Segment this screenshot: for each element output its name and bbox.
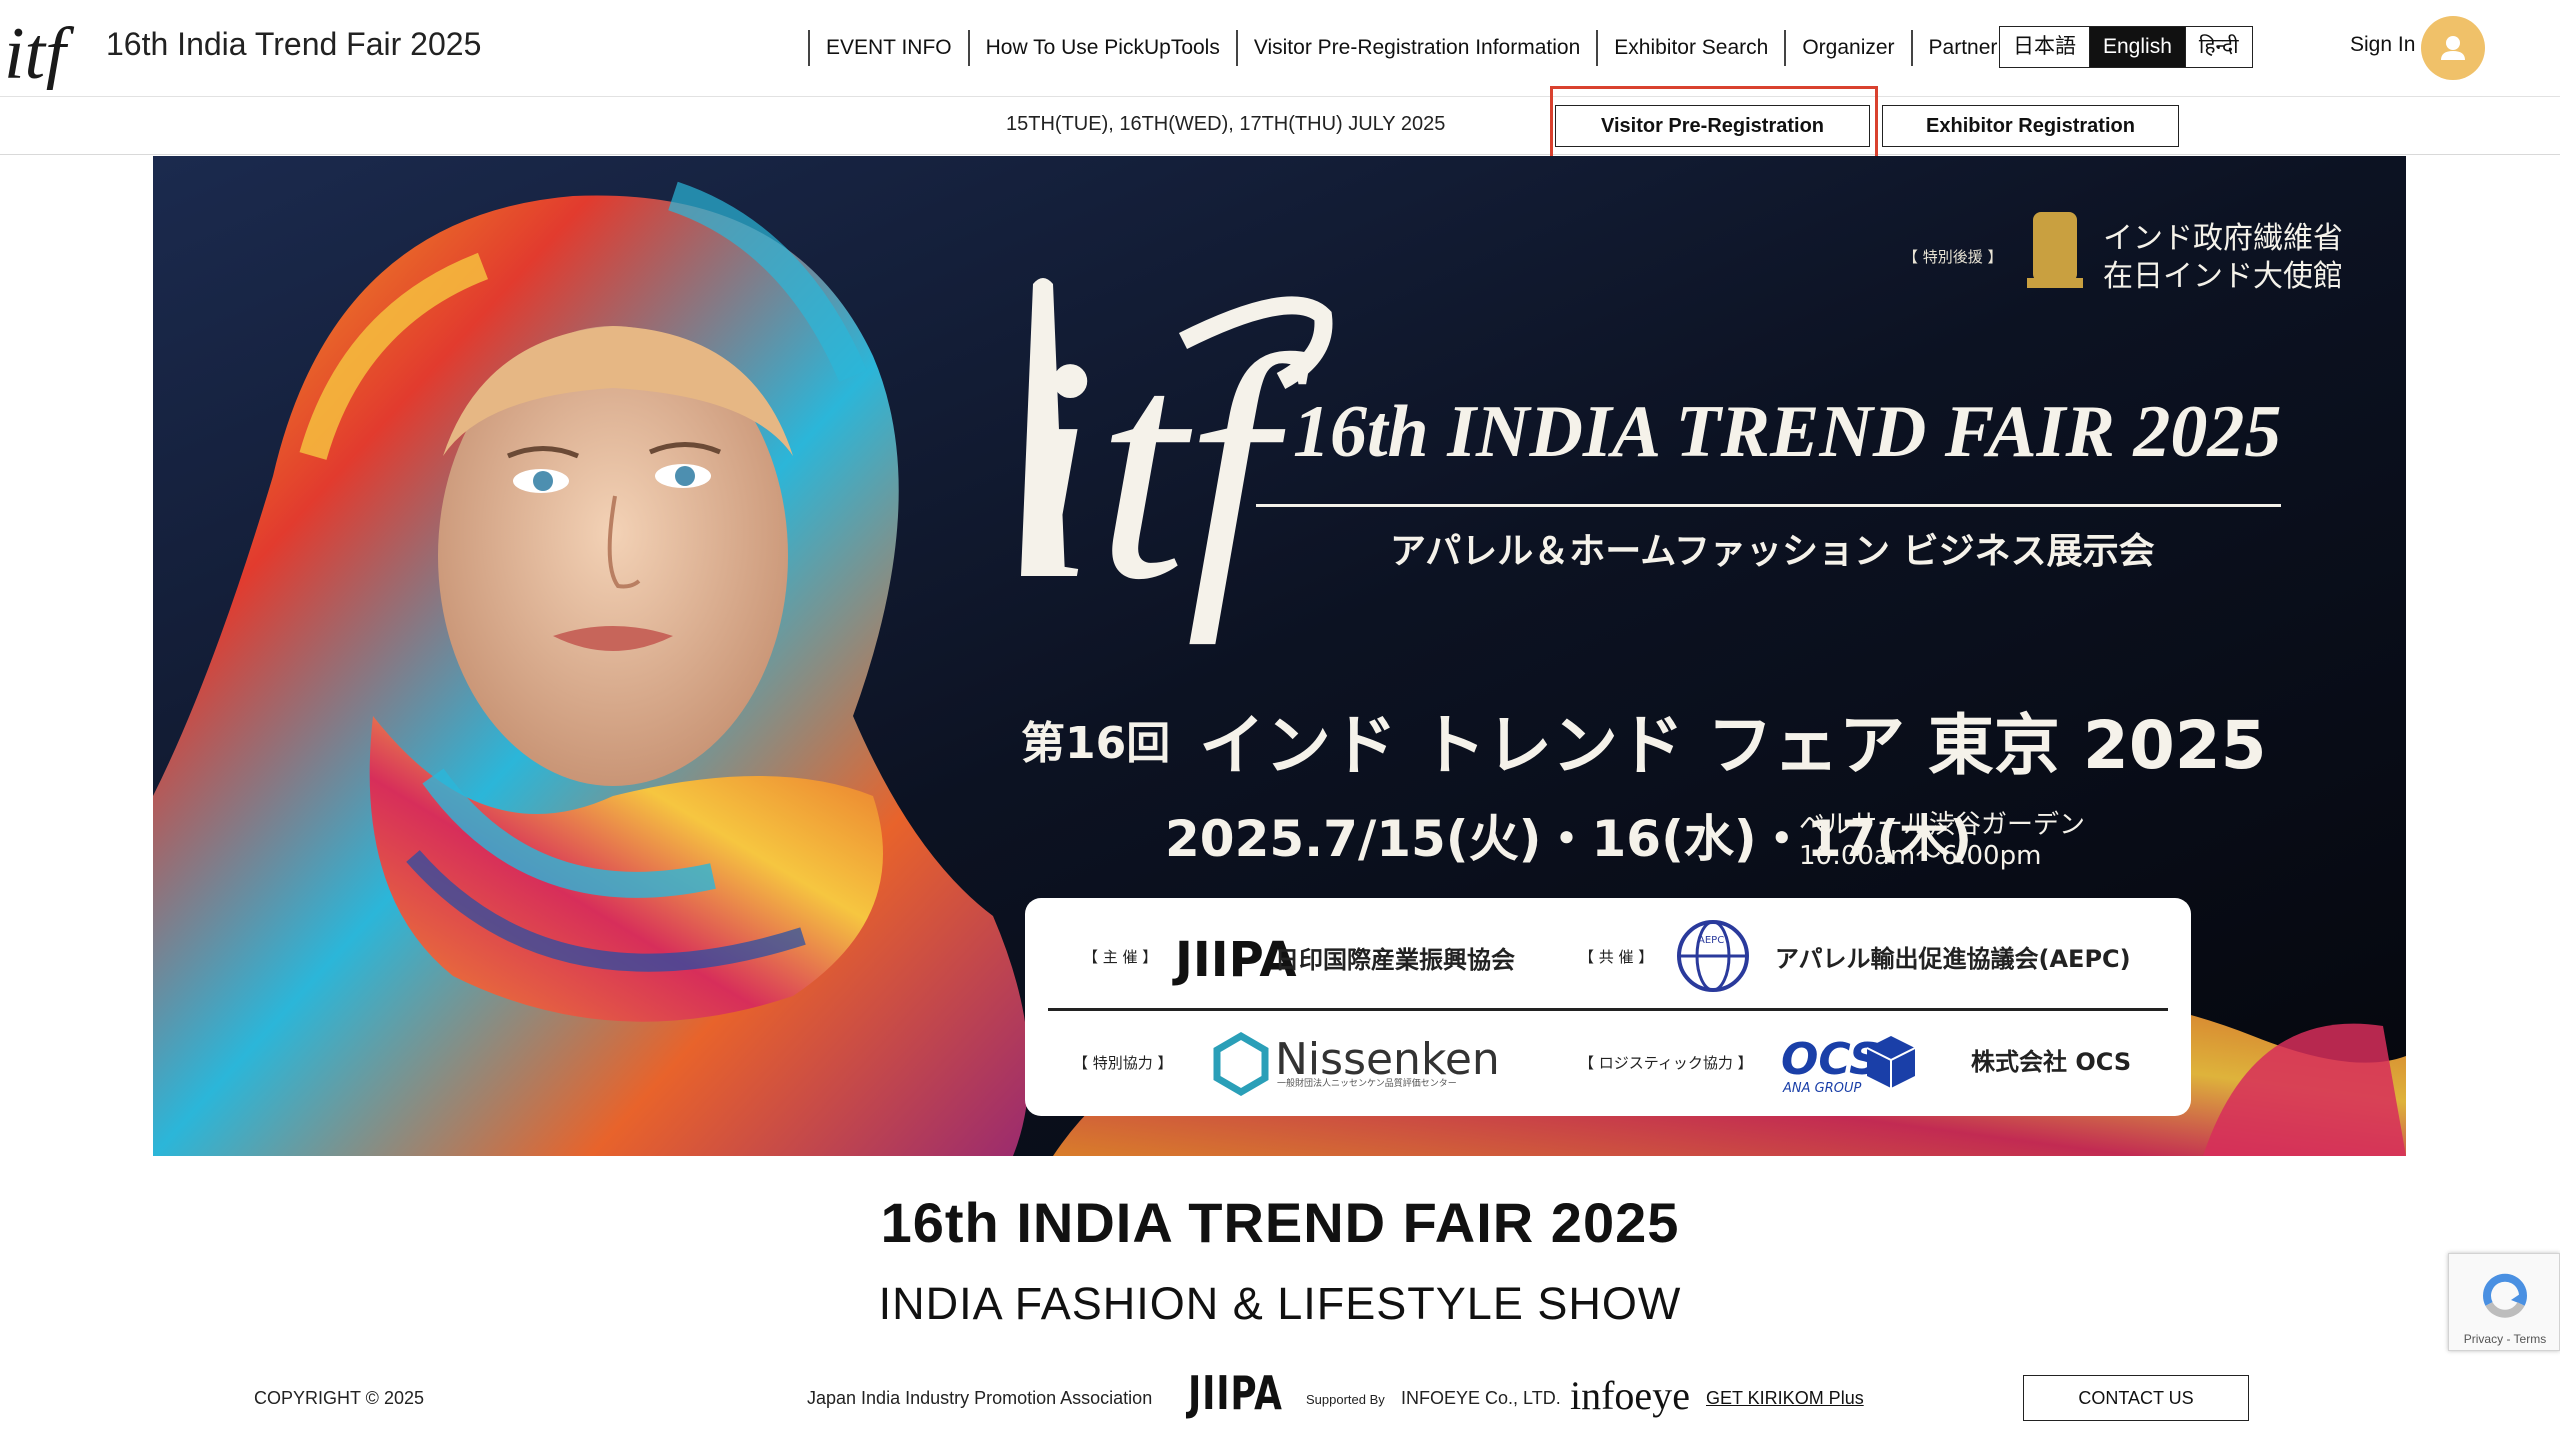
page-title: 16th INDIA TREND FAIR 2025	[880, 1191, 1680, 1254]
event-dates: 15TH(TUE), 16TH(WED), 17TH(THU) JULY 202…	[1006, 113, 1446, 135]
organizer-label: 【 主 催 】	[1083, 948, 1157, 966]
special-label: 【 特別協力 】	[1073, 1054, 1173, 1072]
infoeye-company: INFOEYE Co., LTD.	[1401, 1388, 1561, 1408]
itf-logo[interactable]: itf	[4, 6, 94, 90]
hero-banner: itf 【 特別後援 】 インド政府繊維省 在日インド大使館 16th INDI…	[153, 156, 2406, 1156]
nav-how-to-use[interactable]: How To Use PickUpTools	[970, 30, 1238, 66]
ocs-sub: ANA GROUP	[1782, 1081, 1861, 1096]
support-label: 【 特別後援 】	[1903, 248, 2003, 266]
logistics-label: 【 ロジスティック協力 】	[1579, 1054, 1753, 1072]
hero-artwork: itf 【 特別後援 】 インド政府繊維省 在日インド大使館 16th INDI…	[153, 156, 2406, 1156]
main-nav: EVENT INFO How To Use PickUpTools Visito…	[808, 28, 2016, 68]
lang-hindi[interactable]: हिन्दी	[2184, 27, 2252, 67]
cohost-label: 【 共 催 】	[1579, 948, 1653, 966]
india-emblem-icon	[2027, 212, 2083, 288]
nissenken-sub: 一般財団法人ニッセンケン品質評価センター	[1277, 1077, 1457, 1089]
kirikom-link[interactable]: GET KIRIKOM Plus	[1706, 1388, 1864, 1409]
nissenken-logo: Nissenken	[1275, 1034, 1500, 1085]
recaptcha-badge[interactable]: Privacy - Terms	[2448, 1253, 2560, 1351]
exhibitor-registration-button[interactable]: Exhibitor Registration	[1882, 105, 2179, 147]
recaptcha-icon	[2483, 1273, 2527, 1318]
hero-title-en: 16th INDIA TREND FAIR 2025	[1293, 391, 2281, 473]
lang-japanese[interactable]: 日本語	[2000, 27, 2089, 67]
site-header: itf 16th India Trend Fair 2025 EVENT INF…	[0, 0, 2560, 97]
supported-by-label: Supported By	[1306, 1392, 1385, 1407]
copyright: COPYRIGHT © 2025	[254, 1388, 424, 1408]
sign-in-link[interactable]: Sign In	[2350, 33, 2415, 57]
lang-english[interactable]: English	[2089, 27, 2185, 67]
recaptcha-text[interactable]: Privacy - Terms	[2449, 1332, 2560, 1346]
logistics-name: 株式会社 OCS	[1971, 1048, 2131, 1076]
sponsor-card: 【 主 催 】 JIIPA 日印国際産業振興協会 【 共 催 】 AEPC アパ…	[1025, 898, 2191, 1116]
hero-subtitle-ja: アパレル＆ホームファッション ビジネス展示会	[1390, 531, 2155, 572]
hero-hours: 10:00am～6:00pm	[1799, 841, 2041, 871]
page-subtitle: INDIA FASHION & LIFESTYLE SHOW	[878, 1278, 1682, 1329]
support-line-1: インド政府繊維省	[2103, 221, 2343, 256]
svg-text:itf: itf	[1008, 292, 1316, 646]
organization-name: Japan India Industry Promotion Associati…	[807, 1388, 1153, 1408]
infoeye-logo[interactable]: infoeye	[1570, 1372, 1690, 1419]
svg-text:AEPC: AEPC	[1698, 935, 1724, 946]
hero-venue: ベルサール渋谷ガーデン	[1799, 810, 2085, 840]
nav-exhibitor-search[interactable]: Exhibitor Search	[1598, 30, 1787, 66]
nav-event-info[interactable]: EVENT INFO	[808, 30, 970, 66]
user-icon	[2441, 36, 2465, 60]
ocs-logo: OCS	[1781, 1034, 1881, 1085]
visitor-pre-registration-button[interactable]: Visitor Pre-Registration	[1555, 105, 1870, 147]
hero-edition: 第16回	[1021, 718, 1170, 769]
site-title[interactable]: 16th India Trend Fair 2025	[106, 26, 481, 63]
nav-organizer[interactable]: Organizer	[1786, 30, 1913, 66]
svg-text:itf: itf	[4, 13, 75, 90]
footer-jiipa-logo[interactable]: JIIPA	[1188, 1366, 1283, 1420]
nav-visitor-info[interactable]: Visitor Pre-Registration Information	[1238, 30, 1599, 66]
support-line-2: 在日インド大使館	[2103, 259, 2343, 294]
contact-us-button[interactable]: CONTACT US	[2023, 1375, 2249, 1421]
hero-title-ja: インド トレンド フェア 東京 2025	[1199, 707, 2267, 784]
cohost-name: アパレル輸出促進協議会(AEPC)	[1775, 945, 2131, 973]
organizer-name: 日印国際産業振興協会	[1275, 946, 1515, 974]
language-switcher: 日本語 English हिन्दी	[1999, 26, 2253, 68]
user-avatar[interactable]	[2421, 16, 2485, 80]
